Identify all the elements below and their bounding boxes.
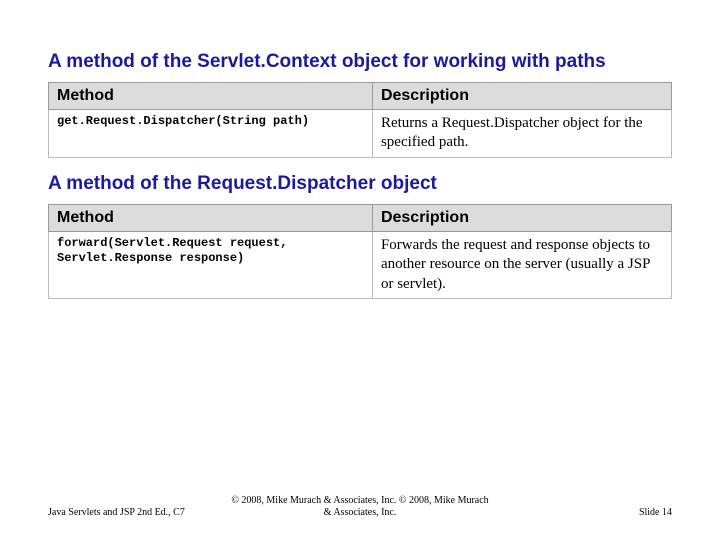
table-header-row: Method Description <box>49 82 672 109</box>
desc-cell: Returns a Request.Dispatcher object for … <box>372 109 671 157</box>
footer-left: Java Servlets and JSP 2nd Ed., C7 <box>48 507 185 518</box>
method-cell: forward(Servlet.Request request, Servlet… <box>49 231 373 299</box>
table-row: get.Request.Dispatcher(String path) Retu… <box>49 109 672 157</box>
desc-cell: Forwards the request and response object… <box>372 231 671 299</box>
section2-heading: A method of the Request.Dispatcher objec… <box>48 172 672 196</box>
col-method-header: Method <box>49 204 373 231</box>
table-header-row: Method Description <box>49 204 672 231</box>
footer-center: © 2008, Mike Murach & Associates, Inc. ©… <box>230 495 490 518</box>
col-method-header: Method <box>49 82 373 109</box>
col-desc-header: Description <box>372 82 671 109</box>
section2-table: Method Description forward(Servlet.Reque… <box>48 204 672 300</box>
footer-right: Slide 14 <box>639 507 672 518</box>
section1-table: Method Description get.Request.Dispatche… <box>48 82 672 158</box>
col-desc-header: Description <box>372 204 671 231</box>
method-cell: get.Request.Dispatcher(String path) <box>49 109 373 157</box>
section1-heading: A method of the Servlet.Context object f… <box>48 50 672 74</box>
table-row: forward(Servlet.Request request, Servlet… <box>49 231 672 299</box>
